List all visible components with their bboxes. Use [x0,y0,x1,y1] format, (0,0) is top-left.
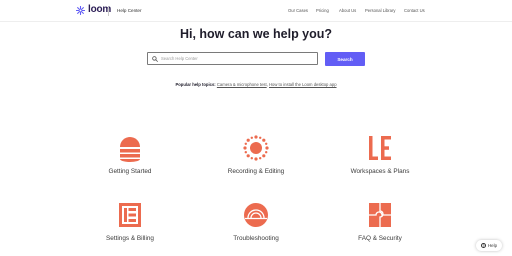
top-header: loom Help Center Our Cases Pricing About… [0,0,512,22]
help-widget-label: Help [487,243,498,248]
nav-personal-library[interactable]: Personal Library [365,8,396,13]
nav-our-cases[interactable]: Our Cases [288,8,308,13]
popular-link-camera-test[interactable]: Camera & microphone test [217,82,267,87]
category-settings-billing[interactable]: Settings & Billing [70,201,190,242]
rising-sun-icon [244,203,268,227]
sunburst-icon [243,135,269,161]
nav-pricing[interactable]: Pricing [316,8,329,13]
frame-bars-icon [119,203,141,227]
search-input[interactable] [161,53,311,64]
search-box [147,52,318,65]
category-recording-editing[interactable]: Recording & Editing [196,134,316,175]
popular-topics: Popular help topics: Camera & microphone… [175,82,337,87]
help-widget-button[interactable]: ? Help [476,240,502,251]
category-label: Recording & Editing [227,168,285,175]
loom-logo-icon [76,5,85,15]
question-icon: ? [480,243,486,248]
search-button[interactable]: Search [325,52,365,66]
popular-topics-label: Popular help topics: [175,82,216,87]
nav-about-us[interactable]: About Us [339,8,356,13]
category-label: Getting Started [108,168,152,175]
category-getting-started[interactable]: Getting Started [70,134,190,175]
popular-link-install-desktop[interactable]: How to install the Loom desktop app [269,82,337,87]
category-label: Settings & Billing [106,235,154,242]
le-letters-icon [369,136,391,160]
stacked-dome-icon [120,137,140,162]
category-label: Workspaces & Plans [350,168,410,175]
puzzle-square-icon [369,203,391,227]
nav-contact-us[interactable]: Contact Us [404,8,425,13]
category-troubleshooting[interactable]: Troubleshooting [196,201,316,242]
category-label: Troubleshooting [233,235,279,242]
search-icon [152,56,158,62]
category-faq-security[interactable]: FAQ & Security [320,201,440,242]
category-label: FAQ & Security [358,235,402,242]
loom-logo[interactable]: loom [76,5,111,15]
category-workspaces-plans[interactable]: Workspaces & Plans [320,134,440,175]
help-center-title[interactable]: Help Center [117,8,142,13]
page-title: Hi, how can we help you? [179,27,333,41]
header-divider [108,7,109,16]
